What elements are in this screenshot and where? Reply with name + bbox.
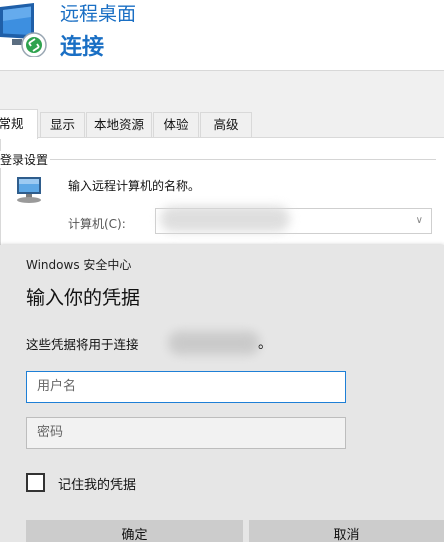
dialog-title: 输入你的凭据 — [26, 287, 141, 309]
username-placeholder: 用户名 — [37, 379, 77, 394]
dialog-description: 这些凭据将用于连接 — [26, 337, 139, 352]
username-input[interactable]: 用户名 — [26, 371, 346, 403]
description-suffix: 。 — [258, 336, 272, 352]
tab-advanced[interactable]: 高级 — [200, 112, 252, 137]
logon-settings-label: 登录设置 — [0, 151, 51, 168]
chevron-down-icon[interactable]: ∨ — [416, 215, 423, 226]
computer-icon — [17, 177, 41, 203]
app-title: 远程桌面 — [60, 3, 137, 25]
tab-general[interactable]: 常规 — [0, 109, 38, 139]
credential-dialog: Windows 安全中心 输入你的凭据 这些凭据将用于连接 。 用户名 密码 记… — [0, 245, 444, 542]
hint-text: 输入远程计算机的名称。 — [68, 179, 201, 193]
redacted-computer-name — [160, 206, 290, 232]
ok-button[interactable]: 确定 — [26, 520, 243, 542]
remember-label[interactable]: 记住我的凭据 — [58, 474, 136, 493]
password-placeholder: 密码 — [37, 425, 64, 440]
rdp-header: 远程桌面 连接 — [0, 0, 444, 70]
computer-label: 计算机(C): — [68, 217, 126, 231]
tab-experience[interactable]: 体验 — [153, 112, 199, 137]
app-subtitle: 连接 — [60, 35, 105, 60]
cancel-button[interactable]: 取消 — [249, 520, 444, 542]
remote-desktop-icon — [0, 3, 47, 57]
tab-display[interactable]: 显示 — [40, 112, 85, 137]
remember-checkbox[interactable] — [26, 473, 45, 492]
password-input[interactable]: 密码 — [26, 417, 346, 449]
screen: 远程桌面 连接 常规 显示 本地资源 体验 高级 登录设置 输入远程计算机的名称… — [0, 0, 444, 542]
redacted-host — [168, 331, 260, 355]
tab-local-resources[interactable]: 本地资源 — [86, 112, 152, 137]
group-divider — [0, 159, 436, 160]
dialog-header: Windows 安全中心 — [26, 258, 132, 272]
